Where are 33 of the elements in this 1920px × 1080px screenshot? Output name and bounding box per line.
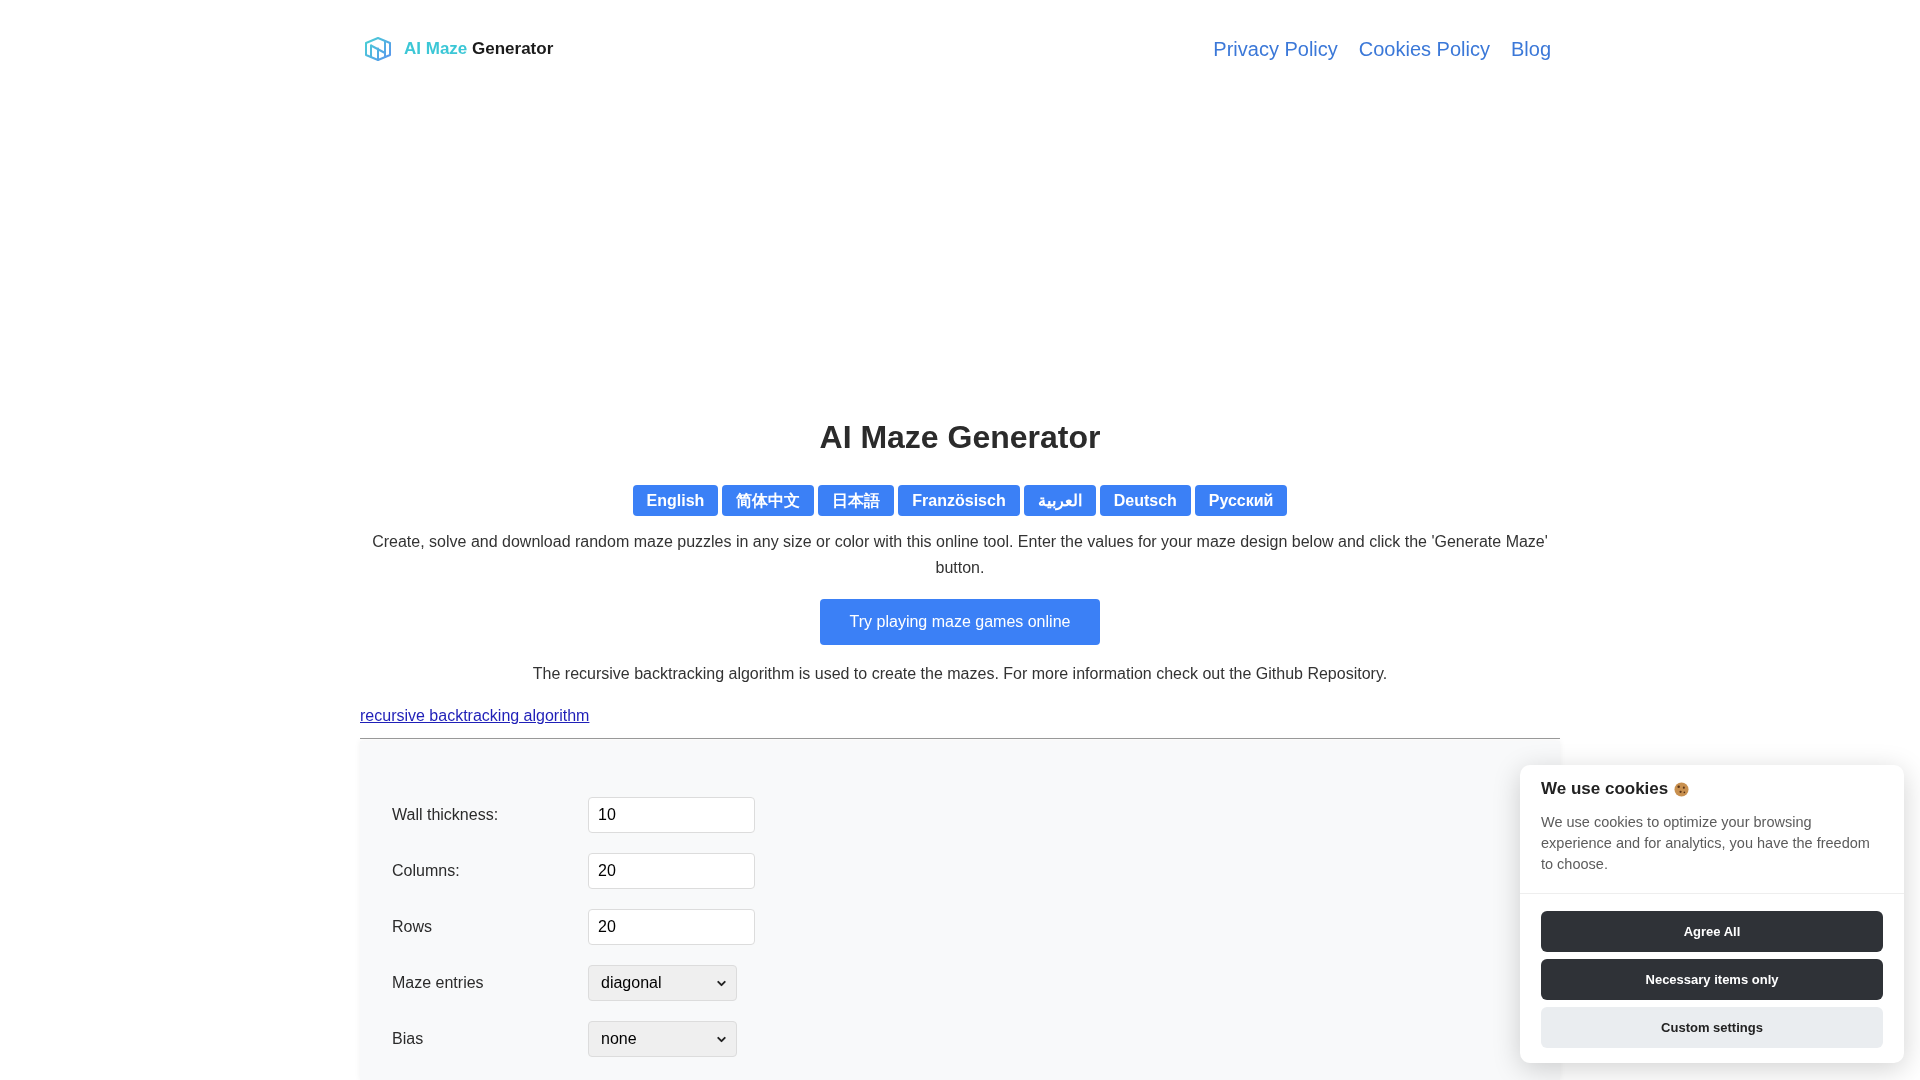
nav-link[interactable]: Privacy Policy (1213, 37, 1338, 61)
field-label: Rows (392, 917, 433, 937)
play-games-button[interactable]: Try playing maze games online (820, 599, 1100, 645)
input-field[interactable]: 20 (588, 909, 755, 945)
algorithm-link[interactable]: recursive backtracking algorithm (360, 707, 590, 724)
language-button[interactable]: العربية (1023, 485, 1096, 516)
language-button[interactable]: English (632, 485, 719, 516)
intro-text: Create, solve and download random maze puzzles in any size or color with this online tool. Enter the values for your maze design below and click the 'Generate Maze' button. (371, 532, 1549, 578)
logo-text[interactable]: AI Maze Generator (404, 37, 554, 61)
dropdown[interactable]: none (588, 1021, 737, 1057)
language-button[interactable]: Französisch (898, 485, 1020, 516)
cookie-text: We use cookies to optimize your browsing experience and for analytics, you have the freedom to choose. (1541, 813, 1871, 874)
field-label: Bias (392, 1029, 425, 1049)
language-button[interactable]: 日本語 (818, 485, 895, 516)
field-label: Maze entries (392, 973, 485, 993)
cookie-icon (1674, 781, 1690, 797)
dropdown[interactable]: diagonal (588, 965, 737, 1001)
cube-logo-icon (364, 37, 392, 61)
cookie-button[interactable]: Agree All (1541, 911, 1883, 952)
language-button[interactable]: Русский (1194, 485, 1288, 516)
cookie-button[interactable]: Custom settings (1541, 1007, 1883, 1048)
field-label: Columns: (392, 861, 461, 881)
field-label: Wall thickness: (392, 805, 500, 825)
nav-link[interactable]: Blog (1510, 37, 1551, 61)
cookie-button[interactable]: Necessary items only (1541, 959, 1883, 1000)
input-field[interactable]: 20 (588, 853, 755, 889)
language-button[interactable]: 简体中文 (722, 485, 815, 516)
cookie-title: We use cookies (1541, 778, 1669, 801)
page-title: AI Maze Generator (818, 418, 1102, 457)
input-field[interactable]: 10 (588, 797, 755, 833)
algorithm-note: The recursive backtracking algorithm is used to create the mazes. For more information check out the Github Repository. (531, 664, 1389, 684)
language-button[interactable]: Deutsch (1099, 485, 1191, 516)
nav-link[interactable]: Cookies Policy (1358, 37, 1490, 61)
